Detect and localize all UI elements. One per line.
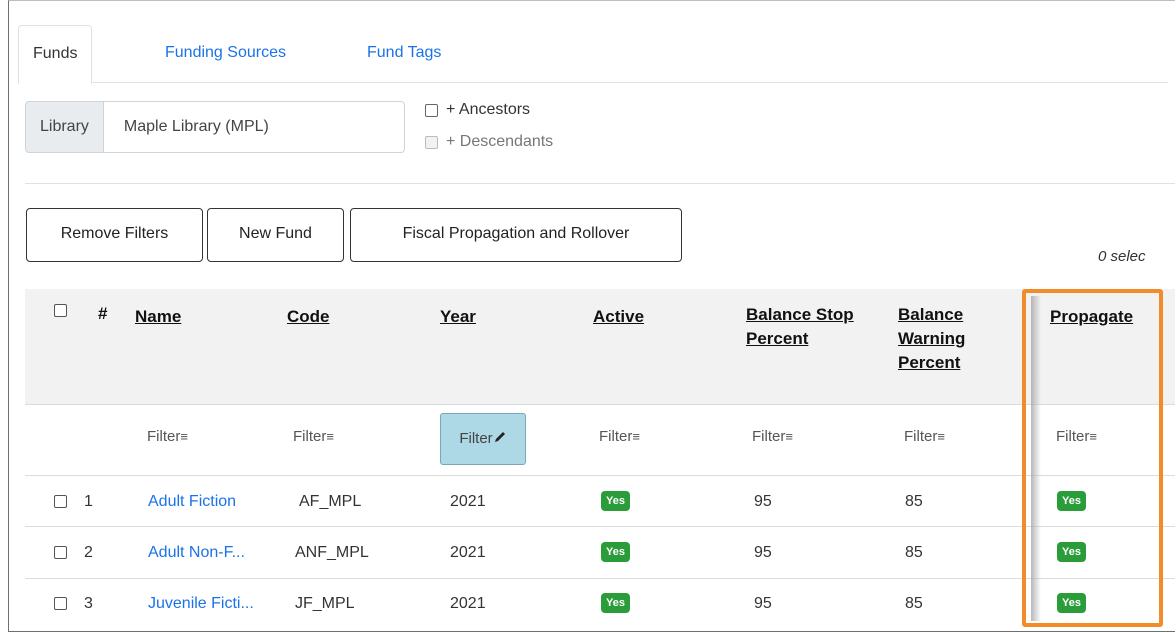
filter-balance-warning[interactable]: Filter≡ (904, 428, 945, 445)
row-checkbox[interactable] (54, 546, 67, 559)
balance-stop: 95 (754, 595, 772, 612)
row-checkbox[interactable] (54, 597, 67, 610)
tab-bar: Funds Funding Sources Fund Tags (18, 25, 1168, 84)
header-balance-warning-line2: Warning (898, 329, 966, 348)
header-balance-stop-percent[interactable]: Balance Stop Percent (746, 303, 854, 351)
header-balance-warning-line1: Balance (898, 305, 964, 324)
selected-count: 0 selec (1098, 248, 1146, 265)
header-number: # (98, 304, 108, 323)
filter-name-label: Filter (147, 428, 181, 445)
propagate-column-highlight (1022, 289, 1163, 627)
pencil-icon (494, 432, 505, 442)
balance-stop: 95 (754, 493, 772, 510)
row-checkbox[interactable] (54, 495, 67, 508)
descendants-label: + Descendants (446, 133, 554, 150)
filter-active-label: Filter (599, 428, 633, 445)
fund-name-link[interactable]: Adult Non-F... (148, 544, 245, 562)
ancestors-label: + Ancestors (446, 101, 531, 118)
fund-name-link[interactable]: Juvenile Ficti... (148, 595, 254, 613)
header-balance-warning-line3: Percent (898, 353, 961, 372)
row-number: 3 (84, 595, 93, 612)
balance-warning: 85 (905, 493, 923, 510)
filter-icon: ≡ (937, 429, 945, 444)
filter-balance-warning-label: Filter (904, 428, 938, 445)
filter-code-label: Filter (293, 428, 327, 445)
row-divider (25, 526, 1175, 527)
header-year[interactable]: Year (440, 305, 476, 329)
balance-warning: 85 (905, 595, 923, 612)
filter-code[interactable]: Filter≡ (293, 428, 334, 445)
row-number: 2 (84, 544, 93, 561)
filter-active[interactable]: Filter≡ (599, 428, 640, 445)
fund-year: 2021 (450, 544, 486, 561)
remove-filters-button[interactable]: Remove Filters (26, 208, 203, 262)
select-all-checkbox[interactable] (54, 304, 67, 317)
tab-funding-sources[interactable]: Funding Sources (151, 25, 300, 81)
filter-icon: ≡ (785, 429, 793, 444)
header-balance-warning-percent[interactable]: Balance Warning Percent (898, 303, 965, 375)
header-name[interactable]: Name (135, 305, 181, 329)
header-active[interactable]: Active (593, 305, 644, 329)
filter-icon: ≡ (632, 429, 640, 444)
header-code[interactable]: Code (287, 305, 330, 329)
new-fund-button[interactable]: New Fund (207, 208, 344, 262)
fund-name-link[interactable]: Adult Fiction (148, 493, 236, 511)
balance-stop: 95 (754, 544, 772, 561)
filter-balance-stop[interactable]: Filter≡ (752, 428, 793, 445)
divider (25, 183, 1175, 184)
tab-funds[interactable]: Funds (18, 25, 93, 84)
filter-icon: ≡ (326, 429, 334, 444)
fund-code: JF_MPL (295, 595, 355, 612)
active-badge: Yes (601, 542, 630, 562)
library-label: Library (25, 101, 104, 153)
active-badge: Yes (601, 491, 630, 511)
filter-icon: ≡ (180, 429, 188, 444)
filter-year-active[interactable]: Filter (440, 413, 526, 465)
filter-row-divider (25, 475, 1175, 476)
header-balance-stop-line2: Percent (746, 329, 809, 348)
filter-year-label: Filter (459, 430, 493, 447)
filter-name[interactable]: Filter≡ (147, 428, 188, 445)
filter-balance-stop-label: Filter (752, 428, 786, 445)
ancestors-option[interactable]: + Ancestors (425, 101, 530, 119)
library-selector: Library Maple Library (MPL) (25, 101, 405, 153)
row-number: 1 (84, 493, 93, 510)
ancestors-checkbox[interactable] (425, 103, 438, 117)
header-balance-stop-line1: Balance Stop (746, 305, 854, 324)
balance-warning: 85 (905, 544, 923, 561)
fiscal-propagation-button[interactable]: Fiscal Propagation and Rollover (350, 208, 682, 262)
descendants-option: + Descendants (425, 133, 553, 151)
row-divider (25, 578, 1175, 579)
fund-year: 2021 (450, 493, 486, 510)
fund-year: 2021 (450, 595, 486, 612)
fund-code: AF_MPL (299, 493, 362, 510)
fund-code: ANF_MPL (295, 544, 369, 561)
library-input[interactable]: Maple Library (MPL) (103, 101, 405, 153)
tab-fund-tags[interactable]: Fund Tags (353, 25, 455, 81)
active-badge: Yes (601, 593, 630, 613)
descendants-checkbox (425, 135, 438, 149)
